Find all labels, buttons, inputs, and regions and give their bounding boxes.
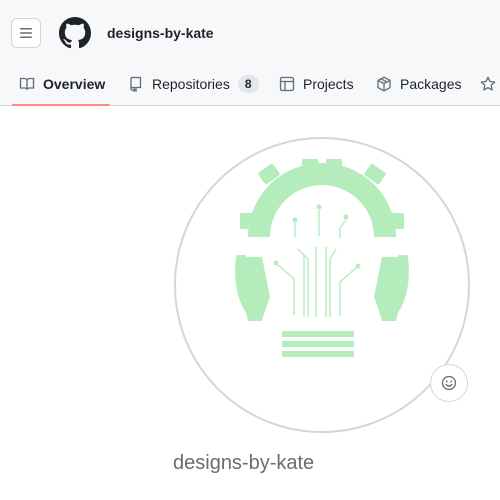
lightbulb-gear-logo-icon bbox=[235, 159, 409, 357]
tab-packages[interactable]: Packages bbox=[376, 63, 461, 105]
profile-tabs: Overview Repositories 8 Projects Package… bbox=[0, 63, 500, 105]
tab-projects-label: Projects bbox=[303, 76, 354, 92]
tab-overview[interactable]: Overview bbox=[19, 63, 105, 105]
active-tab-indicator bbox=[12, 104, 110, 106]
set-status-button[interactable] bbox=[430, 364, 468, 402]
table-icon bbox=[279, 76, 295, 92]
book-icon bbox=[19, 77, 35, 91]
tab-stars[interactable] bbox=[480, 63, 500, 105]
github-logo-icon[interactable] bbox=[59, 17, 91, 49]
package-icon bbox=[377, 76, 391, 92]
star-icon bbox=[480, 76, 496, 91]
profile-display-name: designs-by-kate bbox=[173, 452, 315, 474]
tab-overview-label: Overview bbox=[43, 76, 106, 92]
menu-button[interactable] bbox=[11, 18, 41, 48]
tab-repositories-label: Repositories bbox=[152, 76, 230, 92]
tab-projects[interactable]: Projects bbox=[279, 63, 354, 105]
avatar[interactable] bbox=[174, 137, 470, 433]
repo-icon bbox=[130, 76, 142, 92]
tab-packages-label: Packages bbox=[400, 76, 462, 92]
smiley-icon bbox=[441, 375, 457, 391]
tab-repositories[interactable]: Repositories 8 bbox=[128, 63, 259, 105]
hamburger-icon bbox=[20, 28, 32, 38]
header-username[interactable]: designs-by-kate bbox=[107, 25, 214, 41]
top-header: designs-by-kate Overview Repositories 8 … bbox=[0, 0, 500, 106]
repositories-count-badge: 8 bbox=[237, 75, 259, 93]
